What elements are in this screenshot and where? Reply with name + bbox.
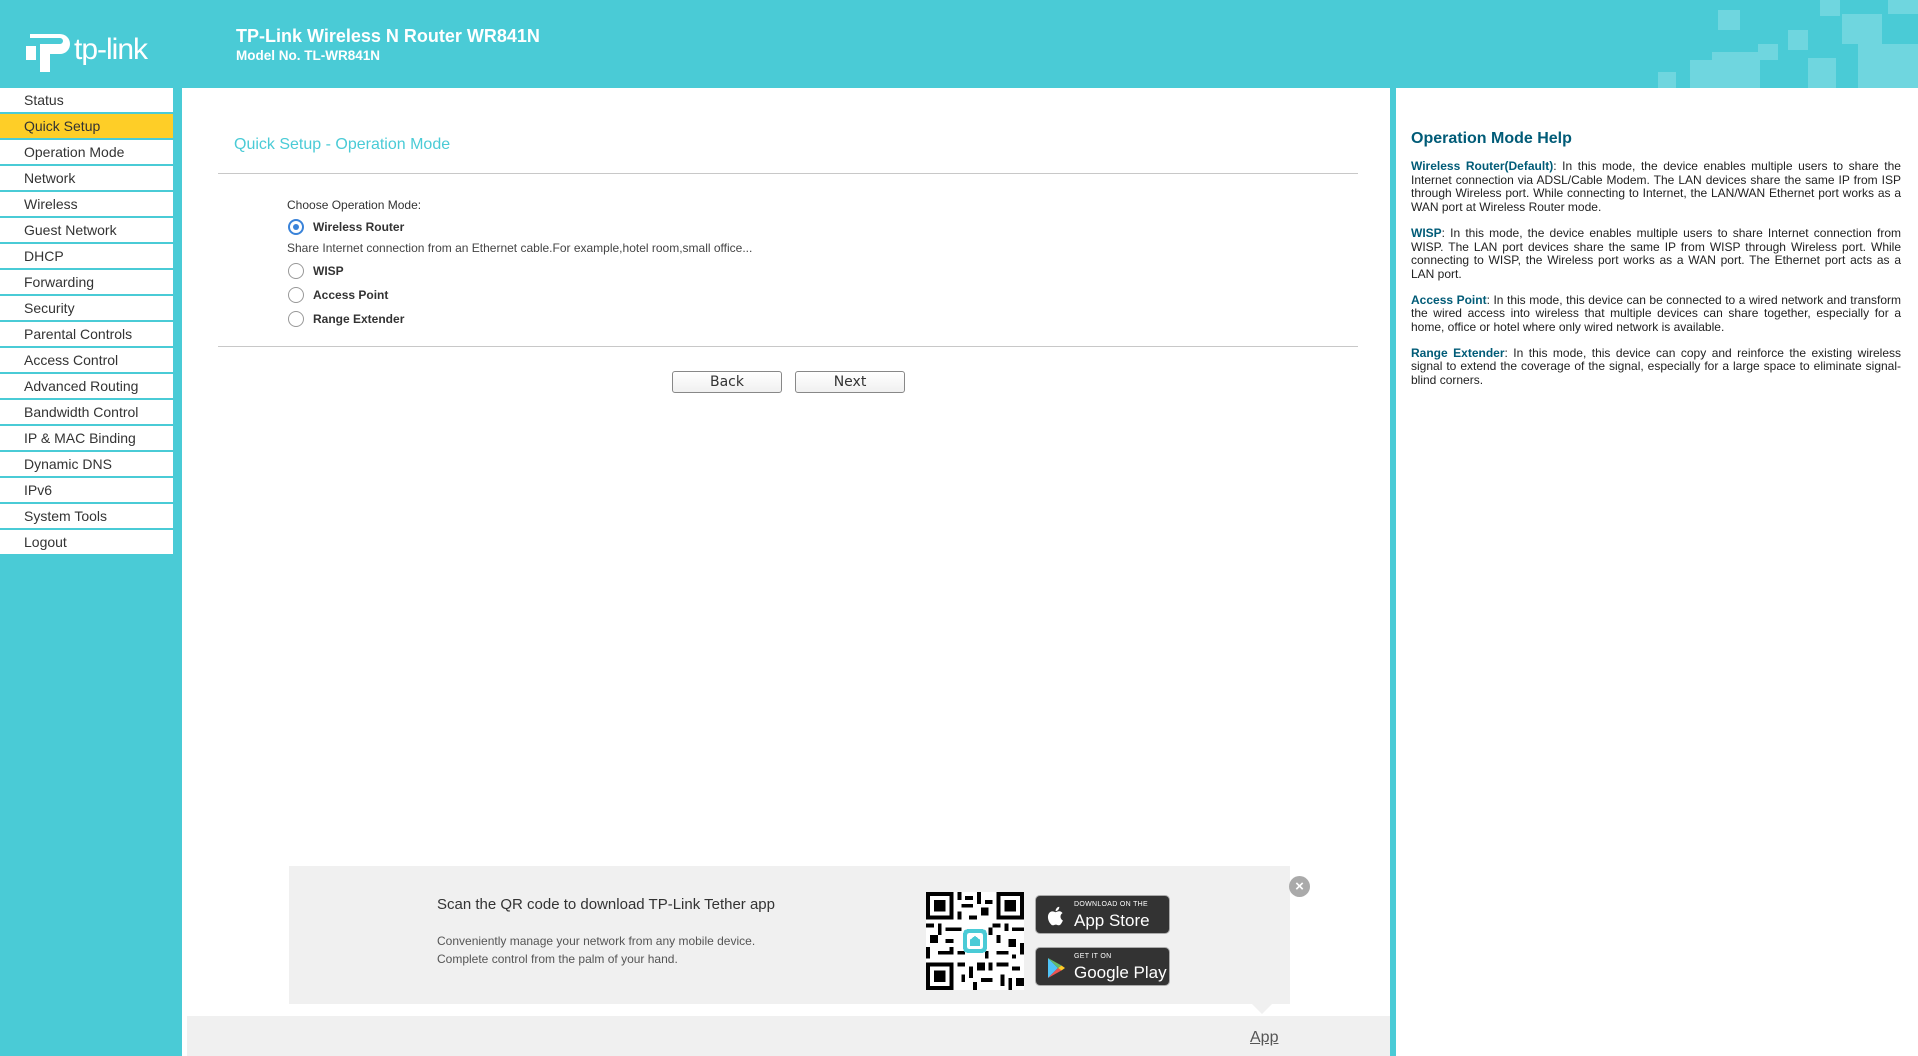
google-play-small: GET IT ON (1074, 953, 1112, 960)
help-title: Operation Mode Help (1411, 130, 1572, 147)
app-store-small: DOWNLOAD ON THE (1074, 901, 1148, 908)
help-paragraph-wisp: WISP: In this mode, the device enables m… (1411, 225, 1901, 282)
google-play-button[interactable]: GET IT ON Google Play (1035, 947, 1170, 986)
mode-label: Access Point (313, 288, 389, 302)
help-panel: Operation Mode Help Wireless Router(Defa… (1396, 88, 1918, 1056)
mode-label: WISP (313, 264, 344, 278)
apple-icon (1047, 906, 1063, 926)
header-decoration (1658, 0, 1918, 88)
promo-title: Scan the QR code to download TP-Link Tet… (437, 896, 775, 913)
divider (218, 346, 1358, 347)
help-paragraph-range-extender: Range Extender: In this mode, this devic… (1411, 345, 1901, 388)
promo-line-2: Complete control from the palm of your h… (437, 952, 678, 966)
sidebar-item-dynamic-dns[interactable]: Dynamic DNS (0, 452, 173, 476)
app-store-label: App Store (1074, 911, 1150, 930)
sidebar-item-status[interactable]: Status (0, 88, 173, 112)
mode-description: Share Internet connection from an Ethern… (287, 241, 753, 255)
sidebar-item-parental-controls[interactable]: Parental Controls (0, 322, 173, 346)
sidebar-item-wireless[interactable]: Wireless (0, 192, 173, 216)
model-number: Model No. TL-WR841N (236, 48, 380, 63)
help-term: Wireless Router(Default) (1411, 159, 1554, 173)
sidebar-item-security[interactable]: Security (0, 296, 173, 320)
sidebar-item-advanced-routing[interactable]: Advanced Routing (0, 374, 173, 398)
sidebar-item-access-control[interactable]: Access Control (0, 348, 173, 372)
radio-access-point[interactable] (288, 287, 304, 303)
help-paragraph-access-point: Access Point: In this mode, this device … (1411, 292, 1901, 335)
logo-text: tp-link (74, 33, 148, 66)
sidebar-item-network[interactable]: Network (0, 166, 173, 190)
sidebar-item-guest-network[interactable]: Guest Network (0, 218, 173, 242)
app-link[interactable]: App (1250, 1029, 1278, 1047)
sidebar-item-logout[interactable]: Logout (0, 530, 173, 554)
promo-pointer (1252, 1004, 1272, 1014)
app-store-button[interactable]: DOWNLOAD ON THE App Store (1035, 895, 1170, 934)
mode-option-wireless-router[interactable]: Wireless Router (288, 219, 404, 235)
main-content: Quick Setup - Operation Mode Choose Oper… (182, 88, 1390, 1056)
mode-option-wisp[interactable]: WISP (288, 263, 344, 279)
sidebar-item-dhcp[interactable]: DHCP (0, 244, 173, 268)
divider (218, 173, 1358, 174)
mode-label: Range Extender (313, 312, 405, 326)
radio-wireless-router[interactable] (288, 219, 304, 235)
page-title: Quick Setup - Operation Mode (234, 136, 451, 153)
sidebar-nav: Status Quick Setup Operation Mode Networ… (0, 88, 173, 556)
google-play-icon (1048, 958, 1065, 978)
qr-code-icon (926, 892, 1024, 990)
help-text: : In this mode, the device enables multi… (1411, 225, 1901, 281)
sidebar-item-ip-mac-binding[interactable]: IP & MAC Binding (0, 426, 173, 450)
sidebar-item-system-tools[interactable]: System Tools (0, 504, 173, 528)
close-icon[interactable]: × (1289, 876, 1310, 897)
tether-app-promo: Scan the QR code to download TP-Link Tet… (289, 866, 1310, 1004)
radio-wisp[interactable] (288, 263, 304, 279)
promo-line-1: Conveniently manage your network from an… (437, 934, 756, 948)
help-term: Access Point (1411, 292, 1487, 307)
header: tp-link TP-Link Wireless N Router WR841N… (0, 0, 1918, 88)
sidebar-item-bandwidth-control[interactable]: Bandwidth Control (0, 400, 173, 424)
mode-label: Wireless Router (313, 220, 405, 234)
radio-range-extender[interactable] (288, 311, 304, 327)
help-term: Range Extender (1411, 345, 1505, 360)
sidebar-item-quick-setup[interactable]: Quick Setup (0, 114, 173, 138)
mode-option-access-point[interactable]: Access Point (288, 287, 388, 303)
help-paragraph-wireless-router: Wireless Router(Default): In this mode, … (1411, 159, 1901, 215)
google-play-label: Google Play (1074, 963, 1167, 982)
help-term: WISP (1411, 225, 1442, 240)
sidebar-item-forwarding[interactable]: Forwarding (0, 270, 173, 294)
tp-link-logo-icon (26, 34, 70, 72)
sidebar-item-operation-mode[interactable]: Operation Mode (0, 140, 173, 164)
mode-option-range-extender[interactable]: Range Extender (288, 311, 404, 327)
back-button[interactable]: Back (672, 371, 782, 393)
router-title: TP-Link Wireless N Router WR841N (236, 26, 540, 46)
tp-link-logo: tp-link (22, 24, 148, 76)
next-button[interactable]: Next (795, 371, 905, 393)
app-bar: App (187, 1016, 1390, 1056)
sidebar-item-ipv6[interactable]: IPv6 (0, 478, 173, 502)
choose-mode-label: Choose Operation Mode: (287, 198, 422, 212)
